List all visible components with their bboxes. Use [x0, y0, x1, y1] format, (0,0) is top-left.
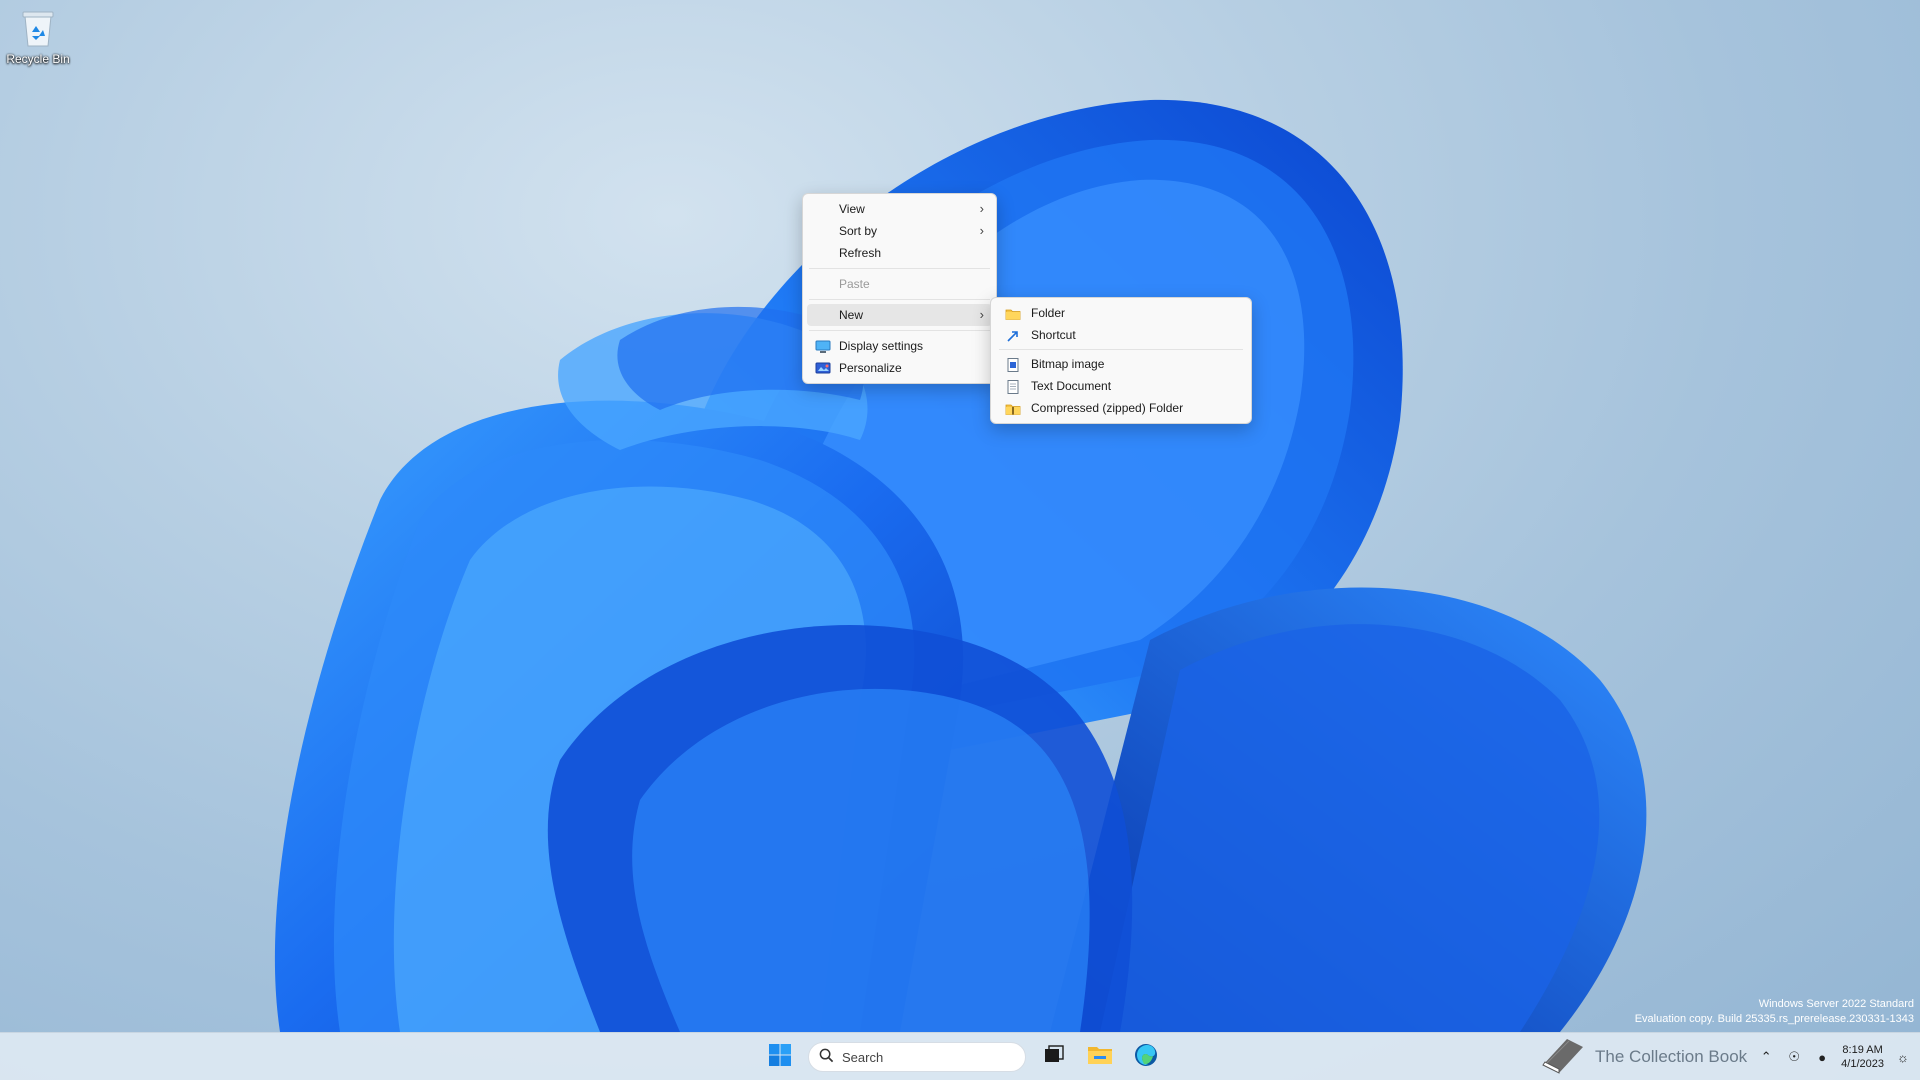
search-icon	[819, 1048, 834, 1066]
watermark-line: Evaluation copy. Build 25335.rs_prerelea…	[1634, 1013, 1914, 1025]
new-submenu: Folder Shortcut Bitmap image Text Docume…	[990, 297, 1252, 424]
submenu-item-bitmap-image[interactable]: Bitmap image	[995, 353, 1247, 375]
notification-icon[interactable]: ☼	[1894, 1048, 1912, 1066]
menu-item-label: View	[839, 202, 865, 216]
menu-item-label: Display settings	[839, 339, 924, 353]
taskbar: Search The Collection Book ⌃ ☉ ● 8:19 AM…	[0, 1032, 1920, 1080]
volume-icon[interactable]: ●	[1813, 1048, 1831, 1066]
file-explorer-button[interactable]	[1082, 1039, 1118, 1075]
folder-icon	[1005, 306, 1021, 320]
menu-item-paste: Paste	[807, 273, 992, 295]
menu-item-personalize[interactable]: Personalize	[807, 357, 992, 379]
taskbar-search-box[interactable]: Search	[808, 1042, 1026, 1072]
submenu-item-zip-folder[interactable]: Compressed (zipped) Folder	[995, 397, 1247, 419]
display-icon	[815, 339, 831, 353]
book-icon	[1537, 1035, 1587, 1080]
submenu-item-label: Bitmap image	[1031, 357, 1105, 371]
personalize-icon	[815, 361, 831, 375]
menu-separator	[999, 349, 1243, 350]
clock-date: 4/1/2023	[1841, 1058, 1884, 1070]
task-view-icon	[1043, 1044, 1065, 1070]
menu-item-label: Personalize	[839, 361, 902, 375]
shortcut-icon	[1005, 328, 1021, 342]
evaluation-watermark: Windows Server 2022 Standard Evaluation …	[1635, 997, 1914, 1027]
menu-item-display-settings[interactable]: Display settings	[807, 335, 992, 357]
menu-item-view[interactable]: View ›	[807, 198, 992, 220]
submenu-item-shortcut[interactable]: Shortcut	[995, 324, 1247, 346]
file-explorer-icon	[1087, 1044, 1113, 1071]
watermark-line: Windows Server 2022 Standard	[1758, 998, 1914, 1010]
menu-item-label: Paste	[839, 277, 870, 291]
submenu-item-label: Shortcut	[1031, 328, 1076, 342]
recycle-bin-icon	[18, 6, 58, 50]
menu-item-new[interactable]: New ›	[807, 304, 992, 326]
menu-separator	[809, 268, 990, 269]
submenu-item-label: Folder	[1031, 306, 1066, 320]
brand-text: The Collection Book	[1595, 1047, 1748, 1066]
chevron-right-icon: ›	[979, 201, 984, 216]
taskbar-center: Search	[762, 1039, 1164, 1075]
edge-button[interactable]	[1128, 1039, 1164, 1075]
menu-item-label: Refresh	[839, 246, 882, 260]
task-view-button[interactable]	[1036, 1039, 1072, 1075]
desktop-context-menu: View › Sort by › Refresh Paste New › Dis…	[802, 193, 997, 384]
zip-folder-icon	[1005, 401, 1021, 415]
menu-item-sort-by[interactable]: Sort by ›	[807, 220, 992, 242]
edge-icon	[1134, 1043, 1158, 1072]
submenu-item-text-document[interactable]: Text Document	[995, 375, 1247, 397]
desktop-icon-label: Recycle Bin	[6, 52, 70, 66]
chevron-right-icon: ›	[979, 307, 984, 322]
brand-overlay: The Collection Book	[1537, 1035, 1747, 1080]
desktop-icon-recycle-bin[interactable]: Recycle Bin	[4, 6, 72, 66]
clock-time: 8:19 AM	[1842, 1044, 1883, 1056]
chevron-right-icon: ›	[979, 223, 984, 238]
bitmap-icon	[1005, 357, 1021, 372]
menu-separator	[809, 299, 990, 300]
submenu-item-label: Compressed (zipped) Folder	[1031, 401, 1184, 415]
text-document-icon	[1005, 379, 1021, 394]
submenu-item-folder[interactable]: Folder	[995, 302, 1247, 324]
start-button[interactable]	[762, 1039, 798, 1075]
windows-logo-icon	[768, 1043, 792, 1072]
system-tray: The Collection Book ⌃ ☉ ● 8:19 AM 4/1/20…	[1537, 1037, 1912, 1077]
menu-item-label: New	[839, 308, 864, 322]
menu-item-refresh[interactable]: Refresh	[807, 242, 992, 264]
chevron-up-icon[interactable]: ⌃	[1757, 1048, 1775, 1066]
menu-item-label: Sort by	[839, 224, 878, 238]
search-placeholder: Search	[842, 1049, 884, 1065]
network-icon[interactable]: ☉	[1785, 1048, 1803, 1066]
taskbar-clock[interactable]: 8:19 AM 4/1/2023	[1841, 1043, 1884, 1071]
menu-separator	[809, 330, 990, 331]
submenu-item-label: Text Document	[1031, 379, 1112, 393]
desktop-wallpaper	[0, 0, 1920, 1032]
